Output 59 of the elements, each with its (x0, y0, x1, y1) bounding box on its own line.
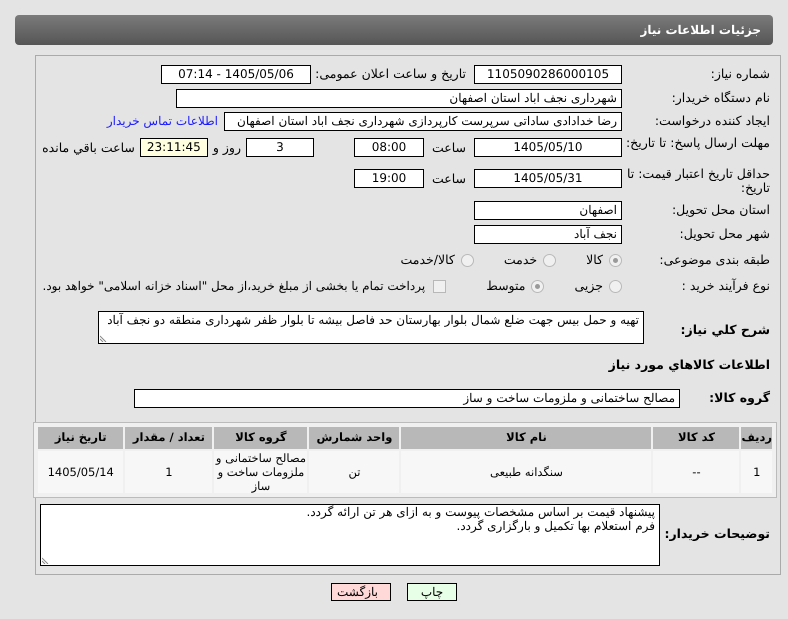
field-label: توضیحات خریدار: (663, 525, 770, 544)
column-header: گروه کالا (214, 426, 308, 449)
value-field: رضا خدادادی ساداتی سرپرست کارپردازی شهرداری نجف اباد استان اصفهان (224, 112, 622, 130)
value-field: اصفهان (474, 200, 622, 220)
description-field[interactable]: تهیه و حمل بیس جهت ضلع شمال بلوار بهارستان حد فاصل بیشه تا بلوار ظفر شهرداری منطقه دو نجف آباد (98, 311, 644, 344)
table-cell: سنگدانه طبیعی (401, 450, 652, 493)
back-button[interactable]: بازگشت (331, 583, 391, 601)
section-heading: اطلاعات کالاهاي مورد نياز (607, 356, 770, 374)
notes-field[interactable]: پیشنهاد قیمت بر اساس مشخصات پیوست و به ازای هر تن ارائه گردد. فرم استعلام بها تکمیل و بارگزاری گردد. (40, 504, 660, 566)
treasury-label: پرداخت تمام یا بخشی از مبلغ خرید،از محل "اسناد خزانه اسلامی" خواهد بود. (42, 278, 426, 295)
table-cell: تن (309, 450, 400, 493)
table-cell: 1405/05/14 (38, 450, 124, 493)
time-label: ساعت (432, 139, 466, 157)
value-field: 1405/05/06 - 07:14 (161, 64, 311, 84)
print-button[interactable]: چاپ (407, 583, 457, 601)
field-label: حداقل تاریخ اعتبار قیمت: تا تاریخ: (626, 167, 770, 195)
value-field: شهرداری نجف اباد استان اصفهان (176, 88, 622, 108)
table-cell: 1 (741, 450, 772, 493)
field-label: نوع فرآیند خرید : (680, 279, 770, 293)
field-label: ایجاد کننده درخواست: (654, 114, 770, 128)
field-label: مهلت ارسال پاسخ: تا تاریخ: (624, 136, 770, 150)
column-header: واحد شمارش (309, 426, 400, 449)
field-label: تاریخ و ساعت اعلان عمومی: (314, 64, 466, 83)
column-header: نام کالا (401, 426, 652, 449)
table-cell: مصالح ساختمانی و ملزومات ساخت و ساز (214, 450, 308, 493)
value-field: 1405/05/31 (474, 169, 622, 188)
value-field: 1105090286000105 (474, 64, 622, 84)
column-header: کد کالا (653, 426, 740, 449)
radio-label: متوسط (486, 276, 526, 295)
table-cell: -- (653, 450, 740, 493)
radio-label: کالا/خدمت (400, 250, 455, 269)
field-label: استان محل تحویل: (670, 203, 770, 217)
remaining-label: ساعت باقي مانده (42, 139, 135, 157)
page-title: جزئیات اطلاعات نیاز (640, 22, 761, 39)
column-header: تعداد / مقدار (125, 426, 212, 449)
time-label: ساعت (432, 170, 466, 188)
field-label: گروه کالا: (708, 388, 770, 407)
notes-line: پیشنهاد قیمت بر اساس مشخصات پیوست و به ازای هر تن ارائه گردد. (306, 504, 655, 519)
value-field: 1405/05/10 (474, 138, 622, 157)
radio-label: کالا (586, 250, 603, 269)
value-field: 08:00 (354, 138, 424, 157)
table-cell: 1 (125, 450, 212, 493)
notes-line: فرم استعلام بها تکمیل و بارگزاری گردد. (456, 518, 655, 533)
value-field: نجف آباد (474, 224, 622, 244)
radio-label: خدمت (504, 250, 538, 269)
field-label: شرح کلي نياز: (680, 321, 770, 339)
value-field: 19:00 (354, 169, 424, 188)
days-label: روز و (212, 139, 241, 157)
radio-label: جزیی (574, 276, 603, 295)
value-field: مصالح ساختمانی و ملزومات ساخت و ساز (134, 388, 680, 408)
field-label: طبقه بندی موضوعی: (658, 253, 770, 267)
value-field: 3 (246, 138, 314, 157)
remaining-time-field: 23:11:45 (140, 138, 208, 157)
column-header: ردیف (741, 426, 772, 449)
contact-link[interactable]: اطلاعات تماس خریدار (106, 112, 218, 130)
field-label: نام دستگاه خریدار: (670, 91, 770, 105)
column-header: تاریخ نیاز (38, 426, 124, 449)
field-label: شماره نیاز: (710, 67, 770, 81)
field-label: شهر محل تحویل: (678, 227, 770, 241)
